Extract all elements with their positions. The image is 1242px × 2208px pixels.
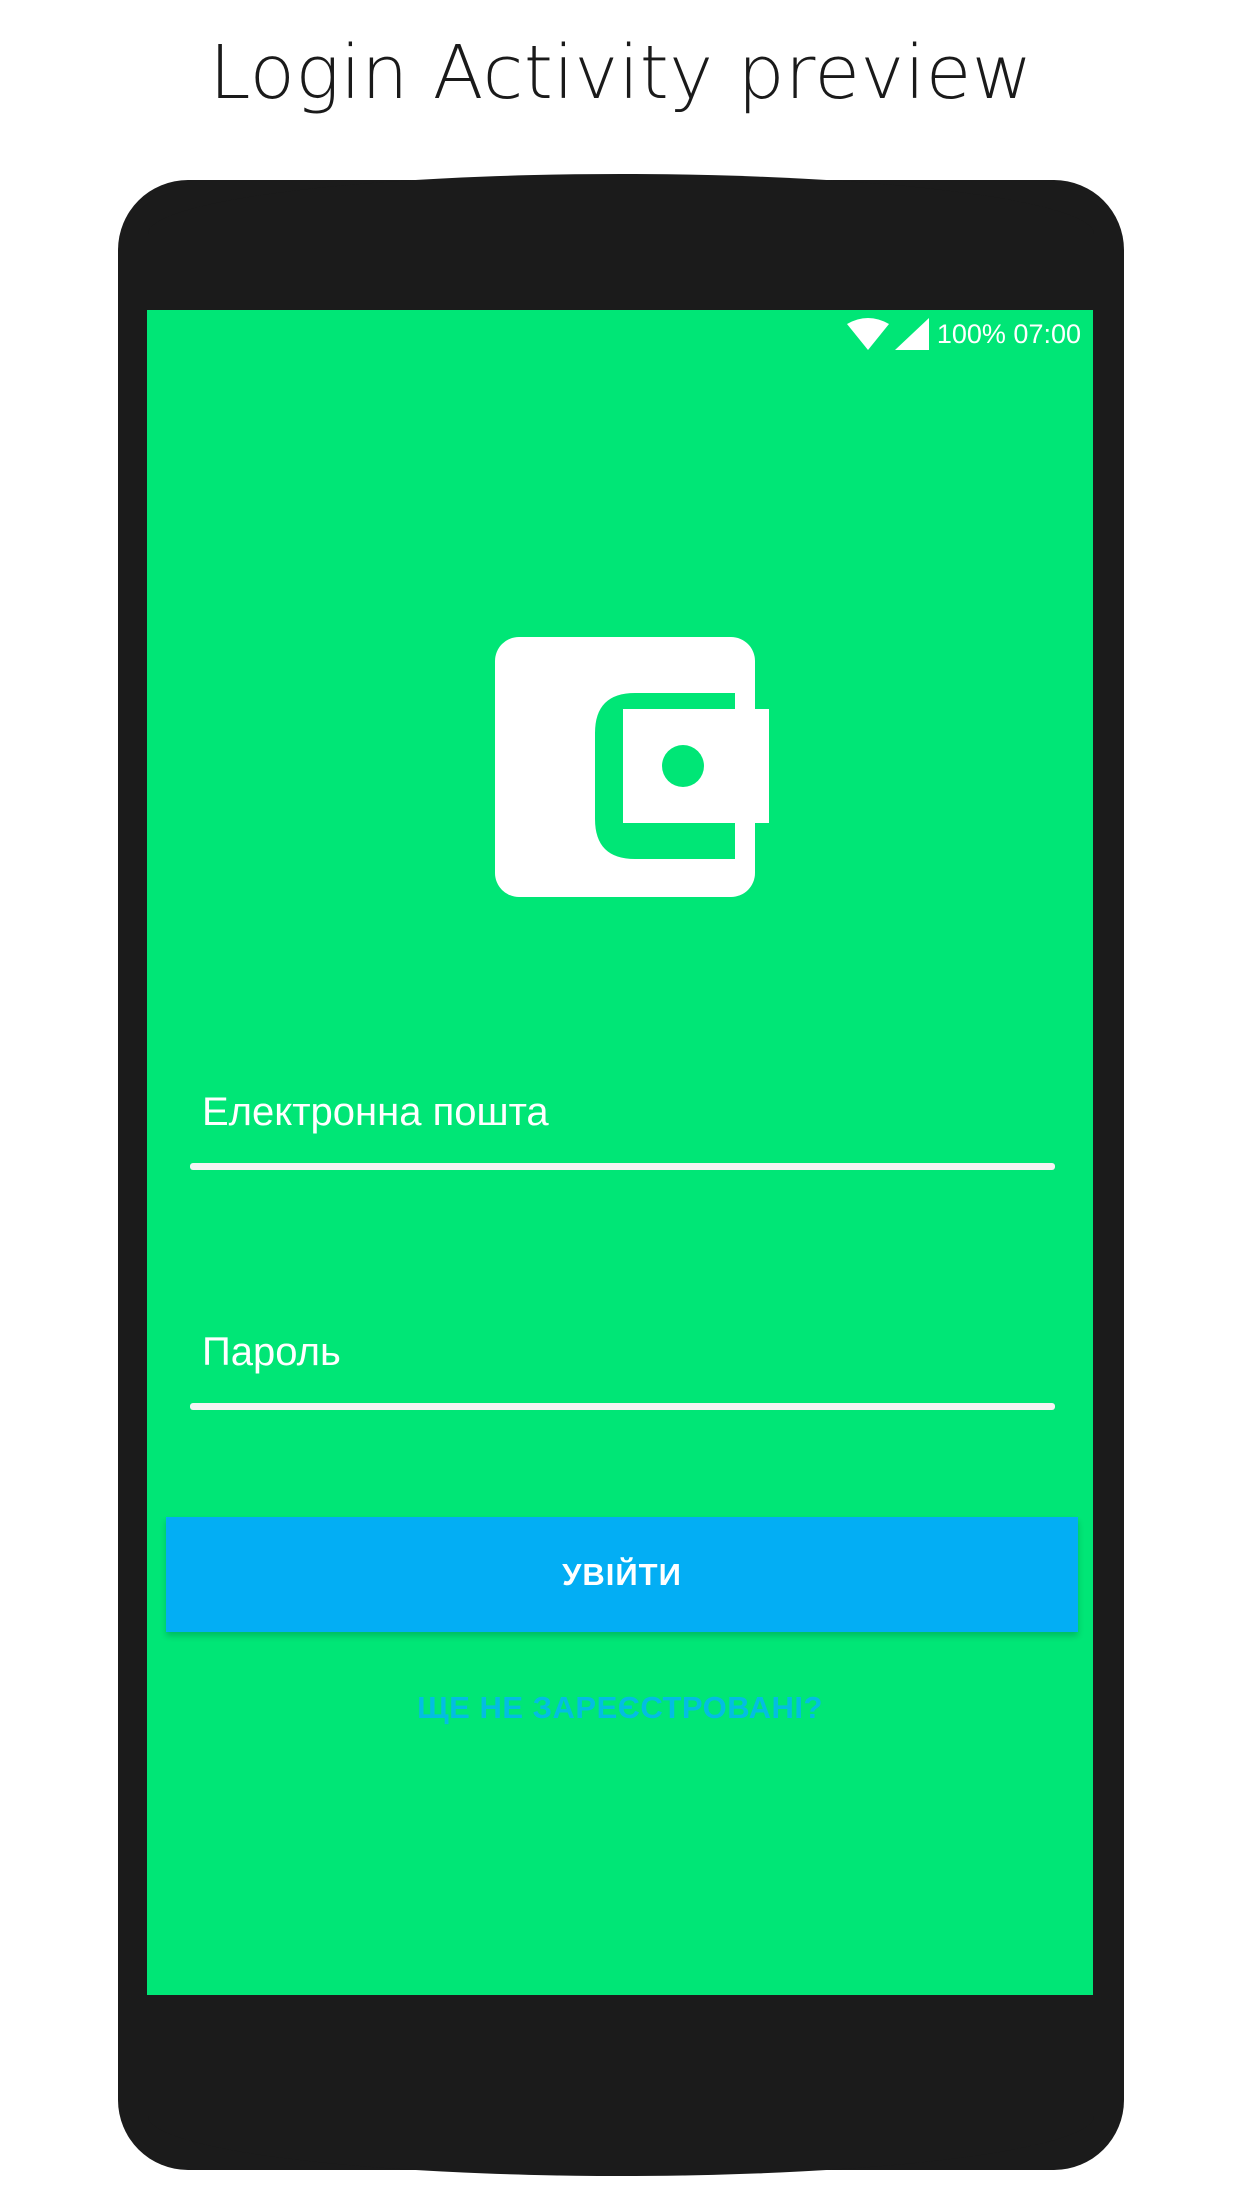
email-field[interactable]: Електронна пошта (190, 1080, 1055, 1170)
status-text: 100% 07:00 (936, 318, 1081, 349)
wifi-icon (846, 318, 889, 350)
phone-frame: 100% 07:00 Електронна пошта Пароль УВІЙТ… (118, 174, 1124, 2176)
email-field-placeholder: Електронна пошта (202, 1090, 549, 1134)
password-field-placeholder: Пароль (202, 1330, 341, 1374)
wallet-icon (495, 637, 769, 897)
app-screen: 100% 07:00 Електронна пошта Пароль УВІЙТ… (147, 310, 1093, 1995)
status-bar: 100% 07:00 (846, 314, 1081, 354)
cellular-signal-icon (894, 318, 929, 350)
page-title: Login Activity preview (209, 30, 1033, 116)
register-link[interactable]: ЩЕ НЕ ЗАРЕЄСТРОВАНІ? (147, 1690, 1093, 1726)
password-field[interactable]: Пароль (190, 1320, 1055, 1410)
password-field-underline (190, 1403, 1055, 1410)
email-field-underline (190, 1163, 1055, 1170)
login-button[interactable]: УВІЙТИ (166, 1517, 1078, 1632)
